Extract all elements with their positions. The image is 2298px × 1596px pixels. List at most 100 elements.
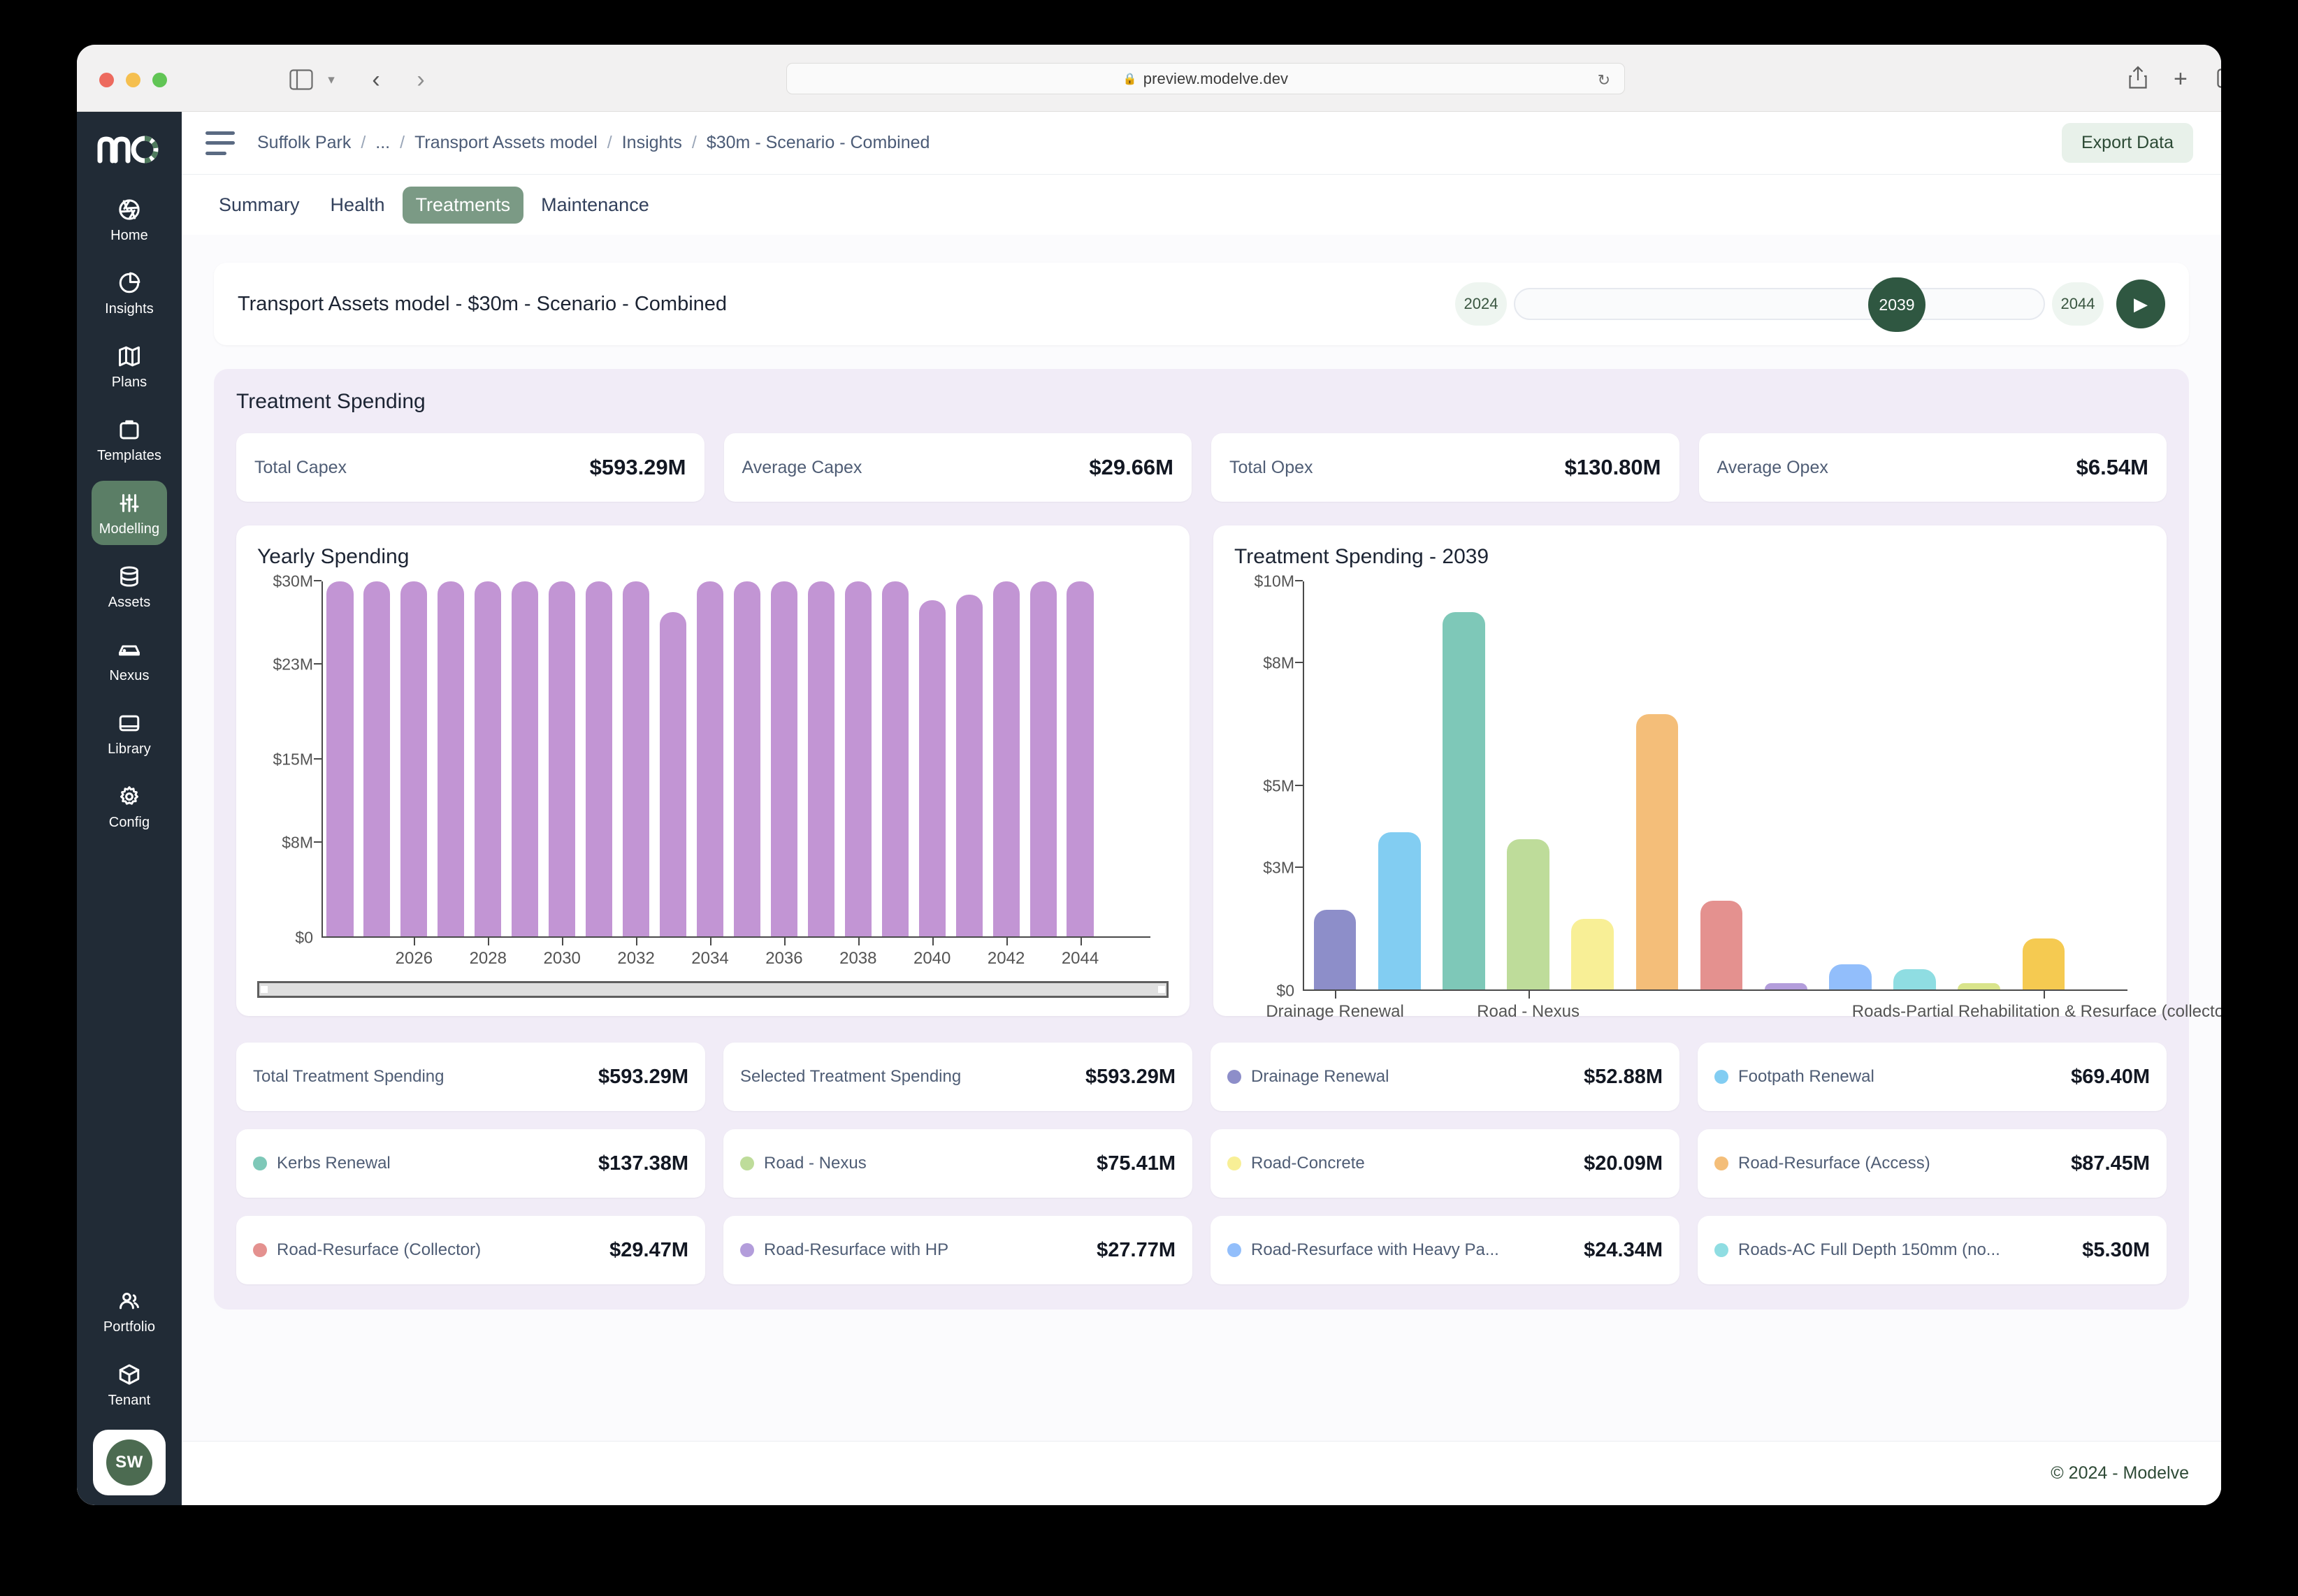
chart-bar[interactable] bbox=[881, 581, 909, 936]
new-tab-button[interactable]: + bbox=[2174, 66, 2188, 93]
chart-bar[interactable] bbox=[1443, 611, 1485, 989]
nav-item-insights[interactable]: Insights bbox=[92, 261, 167, 325]
reload-icon[interactable]: ↻ bbox=[1598, 71, 1610, 89]
legend-card[interactable]: Road-Resurface (Access) $87.45M bbox=[1698, 1129, 2167, 1198]
nav-item-modelling[interactable]: Modelling bbox=[92, 481, 167, 545]
treatment-spending-year-plot[interactable]: $0 $3M $5M $8M $10M Drainage Renewal Road - Ne… bbox=[1234, 572, 2221, 1022]
export-data-button[interactable]: Export Data bbox=[2061, 123, 2193, 163]
chart-bar[interactable] bbox=[1893, 969, 1936, 989]
breadcrumb-item-2[interactable]: Transport Assets model bbox=[414, 133, 598, 153]
legend-card[interactable]: Road-Resurface with Heavy Pa... $24.34M bbox=[1211, 1216, 1679, 1284]
y-tick-mark bbox=[314, 580, 321, 581]
modelve-logo[interactable] bbox=[96, 127, 163, 169]
chart-bar[interactable] bbox=[512, 581, 539, 936]
nav-item-config[interactable]: Config bbox=[92, 774, 167, 839]
chart-bar[interactable] bbox=[1635, 713, 1679, 989]
legend-card[interactable]: Road-Resurface with HP $27.77M bbox=[723, 1216, 1192, 1284]
chart-bar[interactable] bbox=[1313, 910, 1357, 989]
breadcrumb-item-4[interactable]: $30m - Scenario - Combined bbox=[707, 133, 930, 153]
chart-bar[interactable] bbox=[623, 581, 650, 936]
forward-button[interactable]: › bbox=[407, 66, 435, 94]
tab-summary[interactable]: Summary bbox=[205, 187, 313, 224]
address-bar[interactable]: 🔒 preview.modelve.dev ↻ bbox=[786, 63, 1625, 94]
chart-bar[interactable] bbox=[1029, 581, 1057, 936]
minimize-window-button[interactable] bbox=[126, 73, 140, 87]
chart-bar[interactable] bbox=[326, 581, 354, 936]
chart-bar[interactable] bbox=[659, 612, 687, 936]
y-tick-label: $5M bbox=[1263, 776, 1294, 795]
legend-card[interactable]: Drainage Renewal $52.88M bbox=[1211, 1043, 1679, 1111]
legend-card[interactable]: Roads-AC Full Depth 150mm (no... $5.30M bbox=[1698, 1216, 2167, 1284]
legend-label: Road-Resurface (Access) bbox=[1738, 1154, 1930, 1173]
legend-label: Footpath Renewal bbox=[1738, 1067, 1874, 1086]
chart-bar[interactable] bbox=[2022, 938, 2065, 989]
nav-item-assets[interactable]: Assets bbox=[92, 554, 167, 618]
chart-bar[interactable] bbox=[1764, 982, 1807, 989]
slider-track[interactable]: 2039 bbox=[1514, 277, 2045, 332]
sidebar-toggle-icon[interactable] bbox=[287, 66, 316, 94]
chart-bar[interactable] bbox=[1571, 918, 1614, 989]
user-menu[interactable]: SW bbox=[93, 1430, 166, 1495]
legend-card[interactable]: Kerbs Renewal $137.38M bbox=[236, 1129, 705, 1198]
legend-color-swatch bbox=[1714, 1156, 1728, 1170]
chart-bar[interactable] bbox=[807, 581, 834, 936]
back-button[interactable]: ‹ bbox=[362, 66, 390, 94]
scroll-handle-left[interactable] bbox=[261, 986, 268, 993]
nav-item-plans[interactable]: Plans bbox=[92, 334, 167, 398]
legend-card[interactable]: Road - Nexus $75.41M bbox=[723, 1129, 1192, 1198]
chart-bar[interactable] bbox=[586, 581, 613, 936]
chart-bar[interactable] bbox=[438, 581, 465, 936]
chart-bar[interactable] bbox=[844, 581, 872, 936]
x-tick-mark bbox=[858, 938, 860, 945]
yearly-spending-plot[interactable]: $0 $8M $15M $23M $30M 2026 2028 2030 2032 2034 203… bbox=[257, 572, 1169, 968]
legend-card[interactable]: Footpath Renewal $69.40M bbox=[1698, 1043, 2167, 1111]
slider-handle[interactable]: 2039 bbox=[1868, 277, 1925, 332]
chart-bar[interactable] bbox=[1958, 983, 2001, 989]
tab-overview-icon[interactable] bbox=[2217, 66, 2221, 88]
chart-bar[interactable] bbox=[1378, 832, 1421, 989]
chart-bar[interactable] bbox=[475, 581, 502, 936]
share-icon[interactable] bbox=[2128, 66, 2148, 89]
chevron-down-icon[interactable]: ▾ bbox=[323, 71, 340, 88]
chart-bar[interactable] bbox=[400, 581, 428, 936]
nav-item-nexus[interactable]: Nexus bbox=[92, 627, 167, 692]
legend-card[interactable]: Selected Treatment Spending $593.29M bbox=[723, 1043, 1192, 1111]
chart-bar[interactable] bbox=[549, 581, 576, 936]
breadcrumb-item-3[interactable]: Insights bbox=[622, 133, 682, 153]
sliders-icon bbox=[116, 490, 143, 516]
chart-bar[interactable] bbox=[1067, 581, 1094, 936]
chart-bar[interactable] bbox=[363, 581, 391, 936]
nav-item-tenant[interactable]: Tenant bbox=[92, 1352, 167, 1416]
chart-bar[interactable] bbox=[992, 581, 1020, 936]
chart-bar[interactable] bbox=[696, 581, 724, 936]
chart-bar[interactable] bbox=[1829, 964, 1872, 989]
scroll-handle-right[interactable] bbox=[1158, 986, 1165, 993]
tab-treatments[interactable]: Treatments bbox=[402, 186, 524, 224]
tab-maintenance[interactable]: Maintenance bbox=[528, 187, 663, 224]
nav-item-templates[interactable]: Templates bbox=[92, 407, 167, 472]
legend-card[interactable]: Total Treatment Spending $593.29M bbox=[236, 1043, 705, 1111]
close-window-button[interactable] bbox=[99, 73, 114, 87]
nav-item-home[interactable]: Home bbox=[92, 187, 167, 252]
nav-item-library[interactable]: Library bbox=[92, 701, 167, 765]
chart-range-scrollbar[interactable] bbox=[257, 981, 1169, 998]
x-tick-mark bbox=[1528, 991, 1530, 999]
hamburger-icon[interactable] bbox=[205, 131, 235, 155]
breadcrumb-item-1[interactable]: ... bbox=[375, 133, 390, 153]
tab-health[interactable]: Health bbox=[317, 187, 398, 224]
maximize-window-button[interactable] bbox=[152, 73, 167, 87]
play-icon[interactable]: ▶ bbox=[2116, 280, 2165, 328]
chart-bar[interactable] bbox=[733, 581, 760, 936]
chart-bar[interactable] bbox=[770, 581, 797, 936]
legend-card[interactable]: Road-Resurface (Collector) $29.47M bbox=[236, 1216, 705, 1284]
map-icon bbox=[116, 343, 143, 370]
breadcrumb-item-0[interactable]: Suffolk Park bbox=[257, 133, 351, 153]
chart-bar[interactable] bbox=[1700, 900, 1743, 989]
chart-bar[interactable] bbox=[1507, 839, 1549, 989]
chart-bar[interactable] bbox=[918, 600, 946, 936]
x-tick-mark bbox=[2043, 991, 2045, 999]
nav-item-portfolio[interactable]: Portfolio bbox=[92, 1279, 167, 1343]
legend-color-swatch bbox=[740, 1156, 754, 1170]
legend-card[interactable]: Road-Concrete $20.09M bbox=[1211, 1129, 1679, 1198]
chart-bar[interactable] bbox=[955, 594, 983, 936]
